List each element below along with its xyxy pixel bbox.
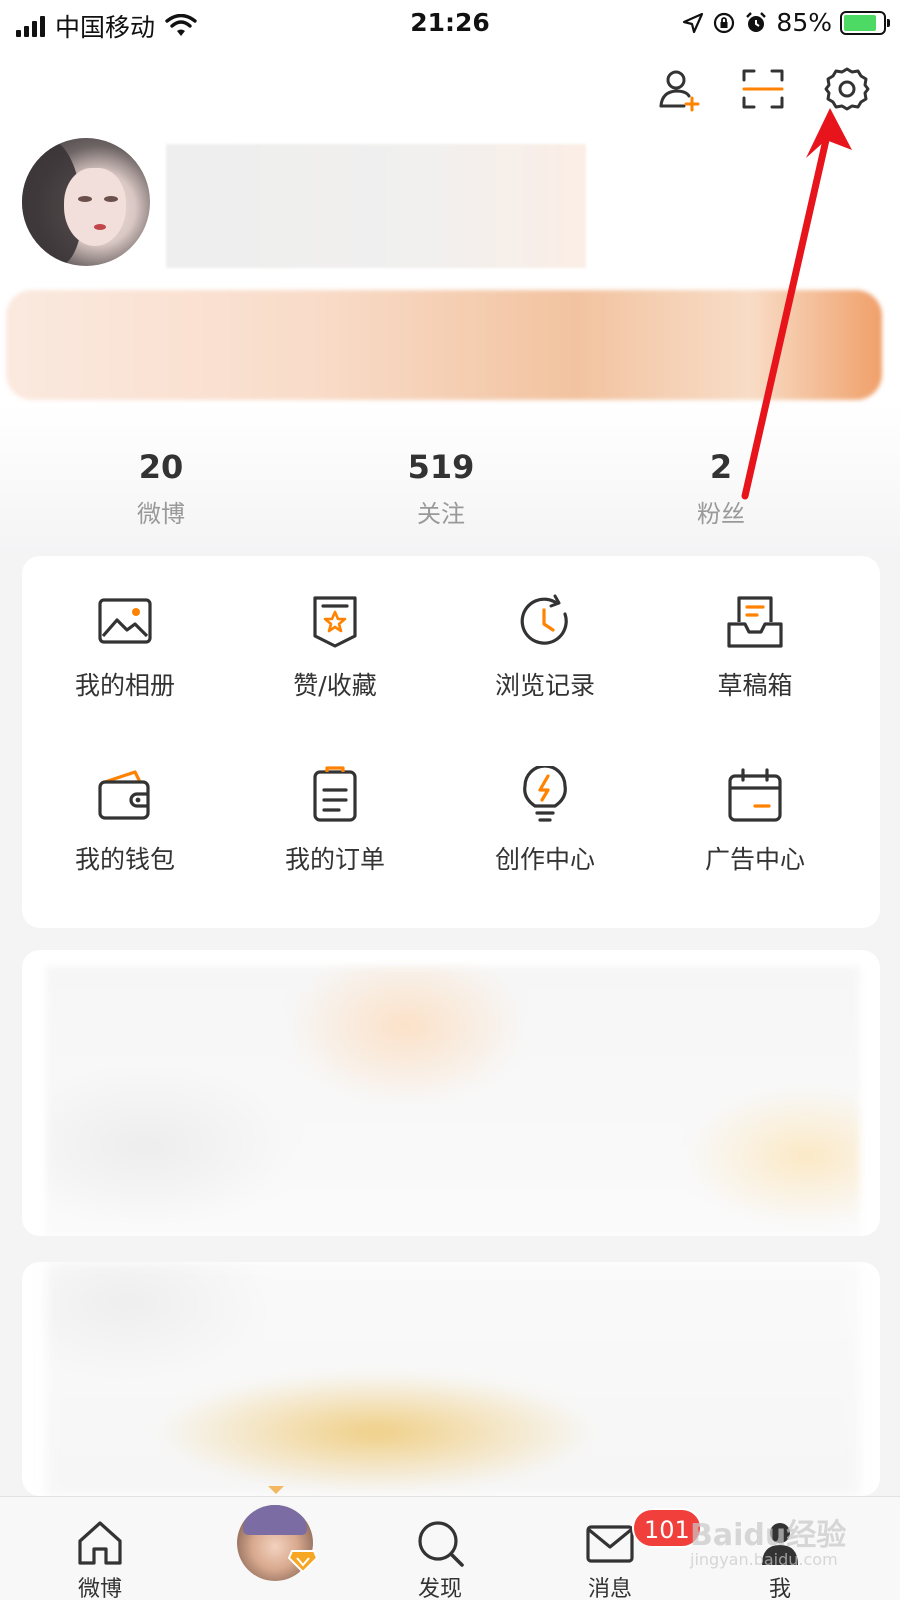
stat-count: 2: [709, 448, 733, 486]
wallet-icon: [98, 770, 150, 820]
status-bar: 中国移动 21:26 85%: [0, 0, 900, 46]
blurred-content: [46, 1262, 860, 1496]
creator-center-icon: [523, 766, 567, 822]
home-icon: [78, 1521, 122, 1565]
stat-label: 关注: [417, 500, 465, 528]
battery-fill: [844, 14, 877, 31]
orientation-lock-icon: [714, 12, 735, 33]
avatar-face: [64, 168, 126, 246]
diamond-badge-icon: [288, 1550, 318, 1573]
menu-label: 我的订单: [284, 845, 385, 874]
search-icon: [418, 1521, 464, 1567]
stat-posts[interactable]: 20 微博: [81, 448, 241, 529]
ad-center-icon: [728, 768, 782, 822]
tools-card: 我的相册 赞/收藏 浏览记录 草稿箱 我的钱包 我的订单 创作中心 广告中心: [22, 556, 880, 928]
drafts-icon: [727, 596, 783, 648]
menu-label: 我的钱包: [74, 845, 175, 874]
tools-grid: 我的相册 赞/收藏 浏览记录 草稿箱 我的钱包 我的订单 创作中心 广告中心: [22, 556, 880, 928]
menu-like-favorite[interactable]: 赞/收藏: [255, 592, 415, 712]
avatar-lip: [94, 224, 106, 230]
history-icon: [520, 594, 568, 645]
avatar-eye: [78, 196, 92, 202]
menu-ad-center[interactable]: 广告中心: [675, 766, 835, 886]
menu-drafts[interactable]: 草稿箱: [675, 592, 835, 712]
menu-wallet[interactable]: 我的钱包: [45, 766, 205, 886]
menu-creator-center[interactable]: 创作中心: [465, 766, 625, 886]
menu-label: 赞/收藏: [293, 671, 377, 700]
settings-icon[interactable]: [824, 66, 870, 112]
profile-avatar[interactable]: [22, 138, 150, 266]
menu-label: 广告中心: [704, 845, 805, 874]
stat-count: 519: [407, 448, 475, 486]
blurred-username[interactable]: [166, 144, 586, 268]
alarm-icon: [746, 11, 767, 32]
blurred-content-card[interactable]: [22, 1262, 880, 1496]
menu-label: 创作中心: [494, 845, 595, 874]
battery-percent: 85%: [776, 8, 832, 37]
baidu-watermark: Baidu经验 jingyan.baidu.com: [690, 1510, 890, 1590]
menu-label: 草稿箱: [717, 671, 793, 700]
menu-photo-album[interactable]: 我的相册: [45, 592, 205, 712]
tab-discover[interactable]: 发现: [380, 1517, 500, 1600]
tab-weibo[interactable]: 微博: [40, 1517, 160, 1600]
menu-label: 我的相册: [74, 671, 175, 700]
tab-label: 发现: [417, 1577, 462, 1600]
watermark-text: Baidu经验: [690, 1518, 847, 1553]
stat-count: 20: [138, 448, 184, 486]
blurred-content: [46, 966, 860, 1236]
menu-orders[interactable]: 我的订单: [255, 766, 415, 886]
scan-icon[interactable]: [740, 66, 786, 112]
photo-album-icon: [98, 598, 152, 644]
mail-icon: [586, 1525, 634, 1563]
menu-label: 浏览记录: [494, 671, 595, 700]
stat-followers[interactable]: 2 粉丝: [641, 448, 801, 529]
stat-label: 微博: [137, 500, 185, 528]
orders-icon: [313, 766, 357, 822]
tab-label: 微博: [77, 1577, 122, 1600]
blurred-content-card[interactable]: [22, 950, 880, 1236]
like-favorite-icon: [313, 596, 357, 648]
location-icon: [683, 12, 704, 33]
watermark-sub: jingyan.baidu.com: [690, 1550, 838, 1569]
avatar-cap: [243, 1505, 307, 1535]
stat-label: 粉丝: [697, 500, 745, 528]
battery-icon: [840, 10, 890, 35]
stat-following[interactable]: 519 关注: [361, 448, 521, 529]
profile-stats: 20 微博 519 关注 2 粉丝: [0, 448, 900, 528]
header-actions: [656, 66, 870, 112]
status-right: 85%: [682, 8, 890, 37]
menu-history[interactable]: 浏览记录: [465, 592, 625, 712]
tab-indicator-caret: [268, 1486, 284, 1494]
avatar-eye: [104, 196, 118, 202]
tab-label: 消息: [587, 1577, 632, 1600]
add-friend-icon[interactable]: [656, 66, 702, 112]
blurred-vip-banner[interactable]: [6, 290, 882, 400]
